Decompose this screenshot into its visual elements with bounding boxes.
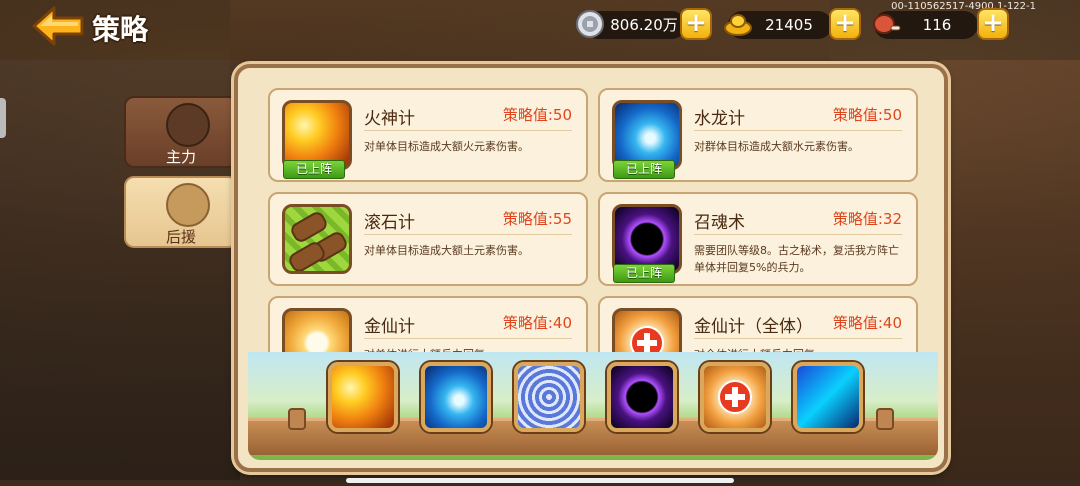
strategy-card-rock[interactable]: 滚石计 策略值:55 对单体目标造成大额土元素伤害。: [268, 192, 588, 286]
strategy-list[interactable]: 已上阵 火神计 策略值:50 对单体目标造成大额火元素伤害。 已上阵 水龙计 策…: [262, 84, 926, 354]
background-right: [940, 60, 1080, 480]
tab-main-label: 主力: [165, 148, 196, 166]
deployed-badge: 已上阵: [613, 160, 675, 179]
food-counter: 116: [873, 11, 978, 39]
back-button[interactable]: [30, 4, 86, 48]
slot-fire-icon[interactable]: [328, 362, 398, 432]
divider: [364, 234, 572, 235]
slot-heal-cross-icon[interactable]: [700, 362, 770, 432]
strategy-score: 策略值:55: [502, 210, 572, 228]
side-handle[interactable]: [0, 98, 6, 138]
strategy-name: 火神计: [364, 109, 415, 129]
deployed-badge: 已上阵: [613, 264, 675, 283]
support-icon: [166, 183, 210, 227]
strategy-desc: 需要团队等级8。古之秘术，复活我方阵亡单体并回复5%的兵力。: [694, 244, 899, 274]
heal-all-icon: [612, 308, 682, 354]
slot-soul-icon[interactable]: [607, 362, 677, 432]
slot-spiral-icon[interactable]: [514, 362, 584, 432]
gold-value: 21405: [765, 16, 813, 34]
strategy-name: 滚石计: [364, 213, 415, 233]
strategy-card-gold-immortal[interactable]: 金仙计 策略值:40 对单体进行大额兵力回复。: [268, 296, 588, 354]
strategy-desc: 对群体目标造成大额水元素伤害。: [694, 140, 859, 153]
strategy-score: 策略值:40: [502, 314, 572, 332]
gold-immortal-icon: [282, 308, 352, 354]
strategy-name: 金仙计: [364, 317, 415, 337]
strategy-name: 召魂术: [694, 213, 745, 233]
back-arrow-icon: [32, 6, 84, 46]
silver-counter: 806.20万: [576, 10, 686, 39]
warrior-icon: [166, 103, 210, 147]
strategy-score: 策略值:32: [832, 210, 902, 228]
slot-water-icon[interactable]: [421, 362, 491, 432]
food-add-button[interactable]: +: [977, 8, 1009, 40]
divider: [364, 130, 572, 131]
divider: [694, 130, 902, 131]
strategy-desc: 对单体目标造成大额土元素伤害。: [364, 244, 529, 257]
silver-add-button[interactable]: +: [680, 8, 712, 40]
strategy-name: 金仙计（全体）: [694, 317, 813, 337]
home-indicator[interactable]: [346, 478, 734, 483]
strategy-name: 水龙计: [694, 109, 745, 129]
divider: [694, 234, 902, 235]
strategy-card-fire[interactable]: 已上阵 火神计 策略值:50 对单体目标造成大额火元素伤害。: [268, 88, 588, 182]
rock-strategy-icon: [282, 204, 352, 274]
gold-ingot-icon: [724, 14, 752, 36]
shelf-post: [876, 408, 894, 430]
divider: [364, 338, 572, 339]
strategy-score: 策略值:40: [832, 314, 902, 332]
strategy-score: 策略值:50: [502, 106, 572, 124]
gold-counter: 21405: [724, 11, 832, 39]
strategy-desc: 对单体目标造成大额火元素伤害。: [364, 140, 529, 153]
meat-icon: [873, 14, 901, 34]
strategy-card-water[interactable]: 已上阵 水龙计 策略值:50 对群体目标造成大额水元素伤害。: [598, 88, 918, 182]
strategy-card-heal-all[interactable]: 金仙计（全体） 策略值:40 对全体进行大额兵力回复。: [598, 296, 918, 354]
tab-support[interactable]: 后援: [124, 176, 238, 248]
page-title: 策略: [92, 13, 149, 46]
tab-main[interactable]: 主力: [124, 96, 238, 168]
silver-value: 806.20万: [610, 16, 678, 34]
tab-support-label: 后援: [165, 228, 196, 246]
deployed-badge: 已上阵: [283, 160, 345, 179]
strategy-card-soul[interactable]: 已上阵 召魂术 策略值:32 需要团队等级8。古之秘术，复活我方阵亡单体并回复5…: [598, 192, 918, 286]
slot-blue-slash-icon[interactable]: [793, 362, 863, 432]
gold-add-button[interactable]: +: [829, 8, 861, 40]
silver-coin-icon: [576, 10, 604, 38]
divider: [694, 338, 902, 339]
shelf-post: [288, 408, 306, 430]
strategy-score: 策略值:50: [832, 106, 902, 124]
food-value: 116: [922, 16, 952, 34]
